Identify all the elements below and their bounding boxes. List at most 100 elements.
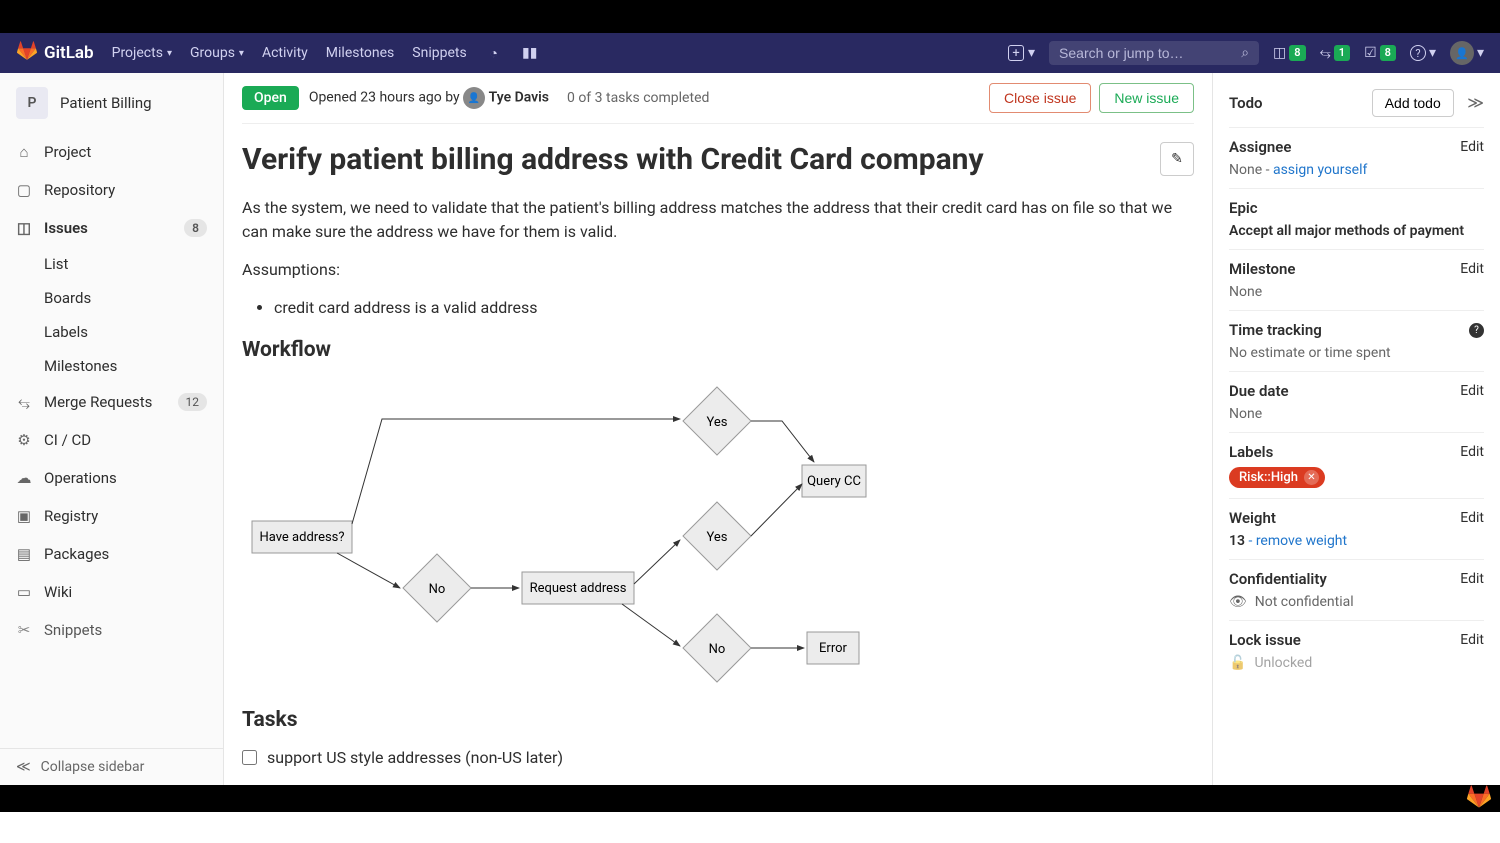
todo-title: Todo [1229, 94, 1263, 112]
author-name[interactable]: Tye Davis [489, 90, 549, 106]
nav-activity[interactable]: Activity [262, 45, 308, 61]
sidebar-subitem-labels[interactable]: Labels [0, 315, 223, 349]
sidebar-subitem-boards[interactable]: Boards [0, 281, 223, 315]
sidebar-item-project[interactable]: ⌂Project [0, 133, 223, 171]
nav-projects[interactable]: Projects▾ [112, 45, 172, 61]
nav-todos-counter[interactable]: ☑ 8 [1364, 45, 1396, 61]
author-avatar[interactable]: 👤 [463, 87, 485, 109]
confidentiality-title: Confidentiality [1229, 570, 1327, 588]
add-todo-button[interactable]: Add todo [1372, 89, 1454, 117]
assignee-edit-link[interactable]: Edit [1460, 139, 1484, 155]
sidebar-item-operations[interactable]: ☁Operations [0, 459, 223, 497]
nav-groups[interactable]: Groups▾ [190, 45, 244, 61]
labels-title: Labels [1229, 443, 1273, 461]
labels-edit-link[interactable]: Edit [1460, 444, 1484, 460]
sidebar-item-wiki[interactable]: ▭Wiki [0, 573, 223, 611]
issues-icon: ◫ [16, 219, 32, 237]
sidebar-item-issues[interactable]: ◫Issues8 [0, 209, 223, 247]
issue-right-sidebar: Todo Add todo ≫ AssigneeEdit None - assi… [1212, 73, 1500, 785]
svg-text:Request address: Request address [530, 581, 627, 596]
nav-help-dropdown[interactable]: ? ▾ [1410, 45, 1436, 61]
due-date-edit-link[interactable]: Edit [1460, 383, 1484, 399]
sidebar-item-snippets[interactable]: ✂Snippets [0, 611, 223, 649]
nav-mr-counter[interactable]: ⥃ 1 [1320, 45, 1351, 61]
help-icon[interactable]: ? [1469, 323, 1484, 338]
confidentiality-edit-link[interactable]: Edit [1460, 571, 1484, 587]
repository-icon: ▢ [16, 181, 32, 199]
search-box[interactable]: ⌕ [1049, 41, 1259, 65]
brand-text: GitLab [44, 43, 94, 63]
opened-text: Opened 23 hours ago by 👤 Tye Davis [309, 87, 549, 109]
home-icon: ⌂ [16, 143, 32, 161]
assignee-value: None - assign yourself [1229, 162, 1484, 178]
collapse-sidebar-button[interactable]: ≪ Collapse sidebar [0, 748, 223, 785]
sidebar-item-packages[interactable]: ▤Packages [0, 535, 223, 573]
tanuki-icon [16, 41, 38, 65]
chevron-down-icon: ▾ [239, 48, 244, 59]
merge-request-icon: ⥃ [1320, 45, 1331, 61]
issue-description: As the system, we need to validate that … [242, 196, 1194, 320]
nav-snippets[interactable]: Snippets [412, 45, 466, 61]
search-icon: ⌕ [1241, 45, 1249, 61]
pencil-icon: ✎ [1171, 151, 1183, 167]
svg-text:Yes: Yes [707, 530, 728, 545]
task-item: support US style addresses (non-US later… [242, 744, 1194, 771]
time-tracking-title: Time tracking [1229, 321, 1322, 339]
epic-value[interactable]: Accept all major methods of payment [1229, 223, 1484, 239]
nav-user-dropdown[interactable]: 👤 ▾ [1450, 41, 1484, 65]
confidentiality-value: 👁Not confidential [1229, 594, 1484, 610]
nav-milestones[interactable]: Milestones [326, 45, 395, 61]
todo-icon: ☑ [1364, 45, 1377, 61]
assumptions-heading: Assumptions: [242, 258, 1194, 282]
expand-sidebar-icon[interactable]: ≫ [1467, 93, 1484, 112]
assign-yourself-link[interactable]: assign yourself [1273, 162, 1367, 178]
task-checkbox[interactable] [242, 750, 257, 765]
svg-text:Have address?: Have address? [259, 530, 344, 545]
nav-chart-icon[interactable]: ▮▮ [521, 44, 539, 62]
issue-main-content: Open Opened 23 hours ago by 👤 Tye Davis … [224, 73, 1212, 785]
lock-edit-link[interactable]: Edit [1460, 632, 1484, 648]
workflow-heading: Workflow [242, 338, 1194, 362]
sidebar-project-header[interactable]: P Patient Billing [0, 73, 223, 133]
issues-count-badge: 8 [184, 219, 207, 237]
sidebar-item-registry[interactable]: ▣Registry [0, 497, 223, 535]
weight-title: Weight [1229, 509, 1276, 527]
weight-edit-link[interactable]: Edit [1460, 510, 1484, 526]
svg-text:Yes: Yes [707, 415, 728, 430]
nav-issues-counter[interactable]: ◫ 8 [1273, 45, 1306, 61]
search-input[interactable] [1059, 45, 1241, 61]
new-issue-button[interactable]: New issue [1099, 83, 1194, 113]
sidebar-item-merge-requests[interactable]: ⥃Merge Requests12 [0, 383, 223, 421]
label-pill[interactable]: Risk::High✕ [1229, 467, 1325, 488]
sidebar-subitem-milestones[interactable]: Milestones [0, 349, 223, 383]
chevron-down-icon: ▾ [1028, 45, 1035, 61]
sidebar-subitem-list[interactable]: List [0, 247, 223, 281]
close-issue-button[interactable]: Close issue [989, 83, 1091, 113]
due-date-title: Due date [1229, 382, 1289, 400]
milestone-edit-link[interactable]: Edit [1460, 261, 1484, 277]
scissors-icon: ✂ [16, 621, 32, 639]
merge-request-icon: ⥃ [16, 393, 32, 411]
registry-icon: ▣ [16, 507, 32, 525]
svg-text:No: No [709, 642, 726, 657]
tasks-heading: Tasks [242, 708, 1194, 732]
lock-value: 🔓Unlocked [1229, 655, 1484, 671]
plus-icon: + [1008, 45, 1024, 61]
chevron-down-icon: ▾ [167, 48, 172, 59]
nav-gauge-icon[interactable]: ◔ [485, 44, 503, 62]
create-new-dropdown[interactable]: + ▾ [1008, 45, 1035, 61]
issue-header: Open Opened 23 hours ago by 👤 Tye Davis … [242, 73, 1194, 124]
mr-count-badge: 12 [178, 393, 208, 411]
sidebar-item-cicd[interactable]: ⚙CI / CD [0, 421, 223, 459]
due-date-value: None [1229, 406, 1484, 422]
sidebar-item-repository[interactable]: ▢Repository [0, 171, 223, 209]
unlock-icon: 🔓 [1229, 655, 1246, 671]
remove-label-icon[interactable]: ✕ [1304, 470, 1319, 485]
issue-title: Verify patient billing address with Cred… [242, 142, 1148, 178]
gitlab-logo[interactable]: GitLab [16, 41, 94, 65]
book-icon: ▭ [16, 583, 32, 601]
remove-weight-link[interactable]: - remove weight [1245, 533, 1347, 549]
edit-issue-button[interactable]: ✎ [1160, 142, 1194, 176]
gitlab-tanuki-icon[interactable] [1466, 785, 1492, 813]
question-icon: ? [1410, 45, 1426, 61]
